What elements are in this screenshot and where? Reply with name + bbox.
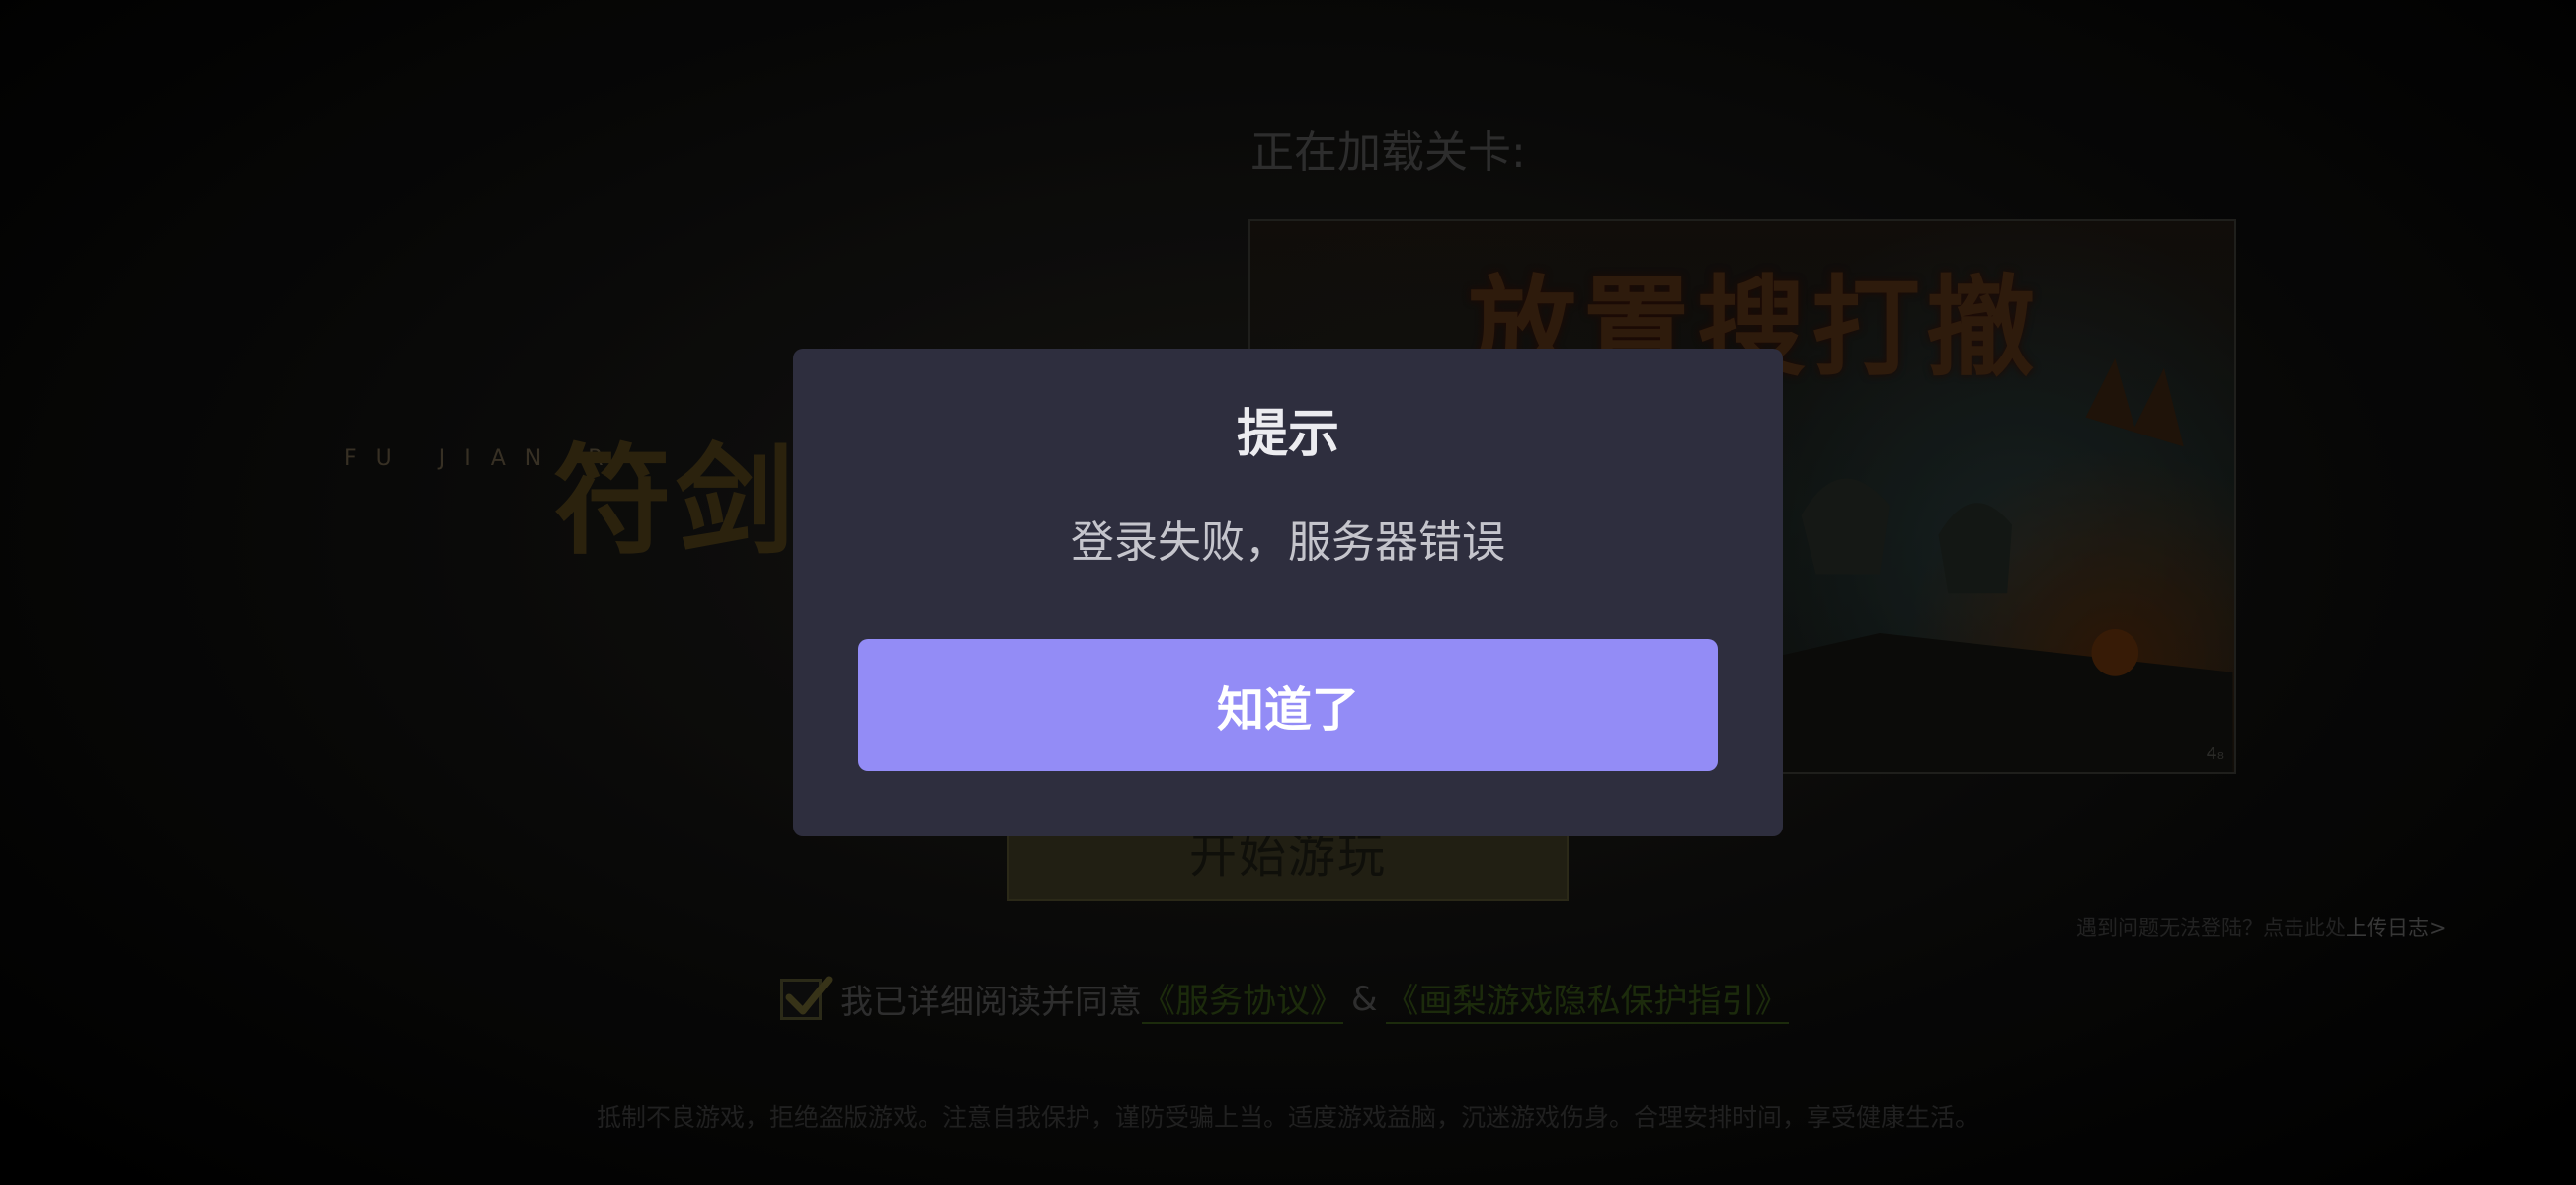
dialog-title: 提示	[1236, 405, 1339, 464]
acknowledge-button[interactable]: 知道了	[858, 639, 1718, 771]
error-dialog: 提示 登录失败，服务器错误 知道了	[793, 349, 1783, 836]
dialog-message: 登录失败，服务器错误	[1071, 517, 1505, 568]
game-login-screen: FU JIAN R 符剑 正在加载关卡: 放置搜打撤 4₈ 开始游玩 遇到问题无…	[0, 0, 2576, 1185]
